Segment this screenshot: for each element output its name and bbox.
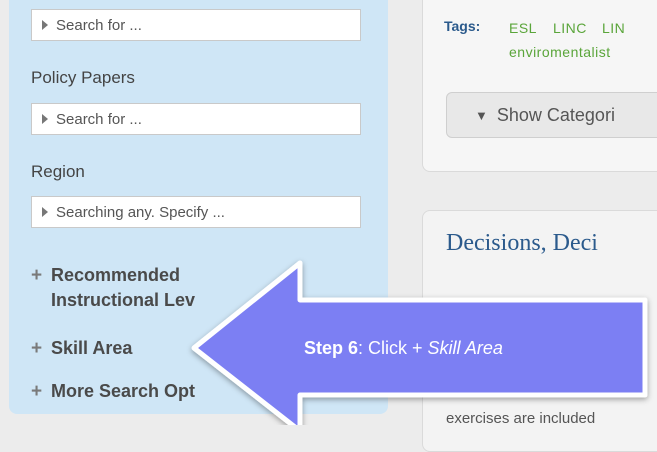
tutorial-callout-arrow	[191, 260, 648, 425]
callout-target: Skill Area	[427, 338, 503, 358]
callout-step: Step 6	[304, 338, 359, 358]
callout-instruction: Step 6: Click + Skill Area	[304, 338, 503, 359]
callout-text-prefix: : Click +	[358, 338, 428, 358]
